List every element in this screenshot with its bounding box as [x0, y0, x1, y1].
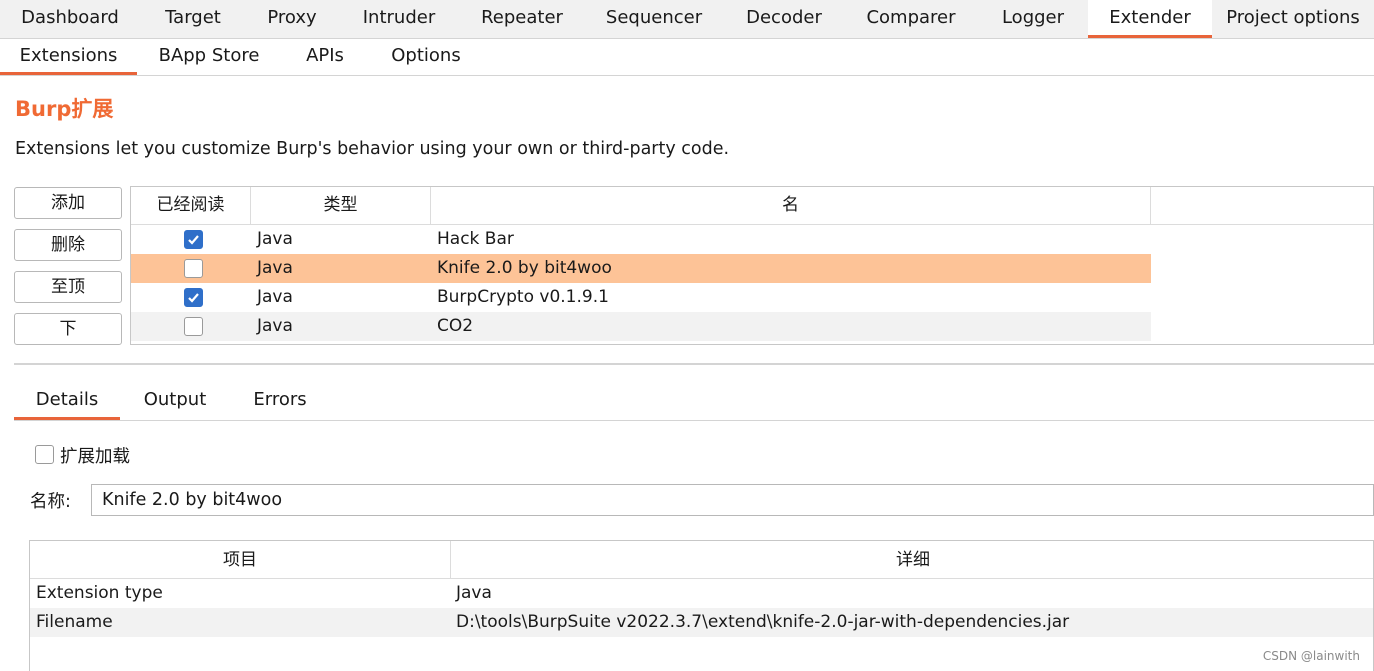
extensions-table: 已经阅读 类型 名 Java Hack Bar Java Knife 2.0 b…: [130, 186, 1374, 345]
tab-details[interactable]: Details: [14, 381, 120, 420]
loaded-checkbox[interactable]: [184, 288, 203, 307]
remove-extension-button[interactable]: 删除: [14, 229, 122, 261]
extension-type: Java: [257, 316, 293, 336]
extender-sub-tab-bar: Extensions BApp Store APIs Options: [0, 39, 1374, 76]
tab-intruder[interactable]: Intruder: [338, 0, 460, 36]
tab-sequencer[interactable]: Sequencer: [584, 0, 724, 36]
table-row[interactable]: Java BurpCrypto v0.1.9.1: [131, 283, 1151, 312]
extension-name: CO2: [437, 316, 474, 336]
split-pane-divider[interactable]: [14, 363, 1374, 365]
extensions-table-header: 已经阅读 类型 名: [131, 187, 1373, 225]
extension-type: Java: [257, 229, 293, 249]
info-detail: Java: [456, 583, 492, 603]
tab-decoder[interactable]: Decoder: [724, 0, 844, 36]
main-tab-bar: Dashboard Target Proxy Intruder Repeater…: [0, 0, 1374, 39]
extension-type: Java: [257, 287, 293, 307]
tab-extensions[interactable]: Extensions: [0, 39, 137, 75]
check-icon: [188, 293, 199, 303]
detail-tab-bar: Details Output Errors: [14, 381, 1374, 421]
extension-name-field[interactable]: [91, 484, 1374, 516]
tab-comparer[interactable]: Comparer: [844, 0, 978, 36]
info-detail: D:\tools\BurpSuite v2022.3.7\extend\knif…: [456, 612, 1070, 632]
column-header-item[interactable]: 项目: [30, 541, 451, 579]
add-extension-button[interactable]: 添加: [14, 187, 122, 219]
tab-errors[interactable]: Errors: [230, 381, 330, 418]
loaded-checkbox[interactable]: [184, 259, 203, 278]
tab-output[interactable]: Output: [120, 381, 230, 418]
extension-type: Java: [257, 258, 293, 278]
tab-logger[interactable]: Logger: [978, 0, 1088, 36]
extension-loaded-label: 扩展加载: [60, 447, 130, 467]
section-title: Burp扩展: [15, 97, 114, 121]
tab-target[interactable]: Target: [140, 0, 246, 36]
extension-loaded-checkbox[interactable]: [35, 445, 54, 464]
check-icon: [188, 235, 199, 245]
tab-options[interactable]: Options: [369, 39, 483, 73]
tab-repeater[interactable]: Repeater: [460, 0, 584, 36]
loaded-checkbox[interactable]: [184, 230, 203, 249]
table-row[interactable]: Java Knife 2.0 by bit4woo: [131, 254, 1151, 283]
move-top-button[interactable]: 至顶: [14, 271, 122, 303]
tab-bapp-store[interactable]: BApp Store: [137, 39, 281, 73]
table-row[interactable]: Java CO2: [131, 312, 1151, 341]
watermark: CSDN @lainwith: [1262, 649, 1360, 663]
info-item: Extension type: [36, 583, 163, 603]
table-row[interactable]: Extension type Java: [30, 579, 1373, 608]
column-header-loaded[interactable]: 已经阅读: [131, 187, 251, 224]
tab-dashboard[interactable]: Dashboard: [0, 0, 140, 36]
column-header-detail[interactable]: 详细: [451, 541, 1373, 579]
extension-name: Knife 2.0 by bit4woo: [437, 258, 612, 278]
extension-name: BurpCrypto v0.1.9.1: [437, 287, 609, 307]
tab-project-options[interactable]: Project options: [1212, 0, 1374, 36]
loaded-checkbox[interactable]: [184, 317, 203, 336]
move-down-button[interactable]: 下: [14, 313, 122, 345]
tab-proxy[interactable]: Proxy: [246, 0, 338, 36]
name-label: 名称:: [30, 492, 71, 512]
tab-apis[interactable]: APIs: [281, 39, 369, 73]
extension-name: Hack Bar: [437, 229, 514, 249]
tab-extender[interactable]: Extender: [1088, 0, 1212, 38]
table-row[interactable]: Java Hack Bar: [131, 225, 1151, 254]
column-header-type[interactable]: 类型: [251, 187, 431, 224]
info-item: Filename: [36, 612, 113, 632]
column-header-name[interactable]: 名: [431, 187, 1151, 224]
extension-info-table: 项目 详细 Extension type Java Filename D:\to…: [29, 540, 1374, 671]
section-description: Extensions let you customize Burp's beha…: [15, 139, 730, 159]
table-row[interactable]: Filename D:\tools\BurpSuite v2022.3.7\ex…: [30, 608, 1373, 637]
